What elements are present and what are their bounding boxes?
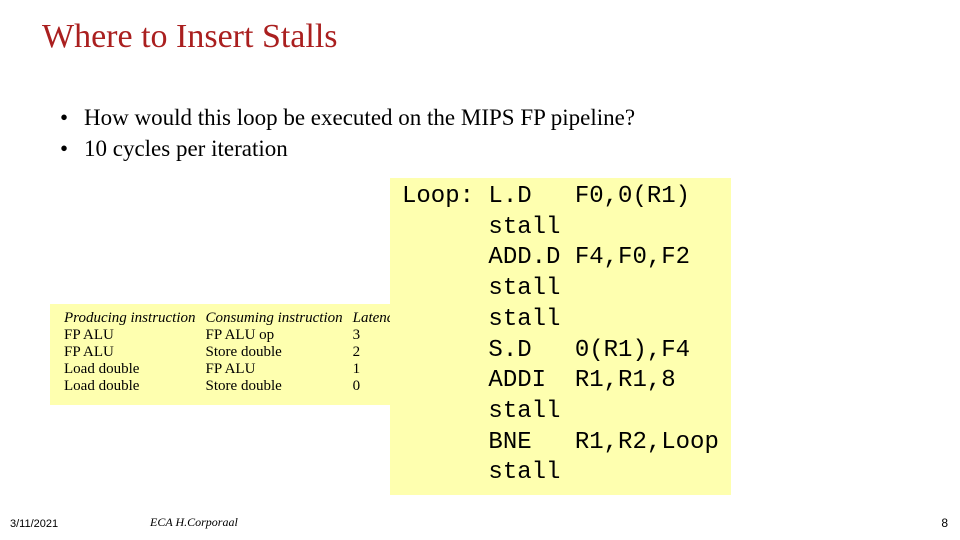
table-header: Consuming instruction <box>206 310 353 327</box>
code-line: stall <box>402 214 560 241</box>
bullet-item: • 10 cycles per iteration <box>60 135 635 164</box>
code-line: stall <box>402 459 560 486</box>
table-cell: Store double <box>206 344 353 361</box>
code-line: stall <box>402 398 560 425</box>
table-cell: FP ALU <box>206 361 353 378</box>
bullet-dot-icon: • <box>60 135 70 164</box>
footer-page-number: 8 <box>941 516 948 530</box>
footer-date: 3/11/2021 <box>10 518 58 530</box>
code-line: ADD.D F4,F0,F2 <box>402 244 690 271</box>
bullet-text: 10 cycles per iteration <box>84 135 288 164</box>
code-line: ADDI R1,R1,8 <box>402 367 676 394</box>
code-block: Loop: L.D F0,0(R1) stall ADD.D F4,F0,F2 … <box>390 178 731 495</box>
bullet-list: • How would this loop be executed on the… <box>60 104 635 166</box>
table-cell: Load double <box>64 361 206 378</box>
bullet-item: • How would this loop be executed on the… <box>60 104 635 133</box>
bullet-dot-icon: • <box>60 104 70 133</box>
table-cell: FP ALU <box>64 344 206 361</box>
bullet-text: How would this loop be executed on the M… <box>84 104 635 133</box>
code-line: BNE R1,R2,Loop <box>402 429 719 456</box>
slide-title: Where to Insert Stalls <box>42 18 338 56</box>
code-line: S.D 0(R1),F4 <box>402 337 690 364</box>
code-line: Loop: L.D F0,0(R1) <box>402 183 690 210</box>
table-cell: Store double <box>206 378 353 395</box>
code-line: stall <box>402 306 560 333</box>
table-header: Producing instruction <box>64 310 206 327</box>
footer-credit: ECA H.Corporaal <box>150 515 238 530</box>
table-cell: FP ALU <box>64 327 206 344</box>
code-line: stall <box>402 275 560 302</box>
table-cell: FP ALU op <box>206 327 353 344</box>
table-cell: Load double <box>64 378 206 395</box>
